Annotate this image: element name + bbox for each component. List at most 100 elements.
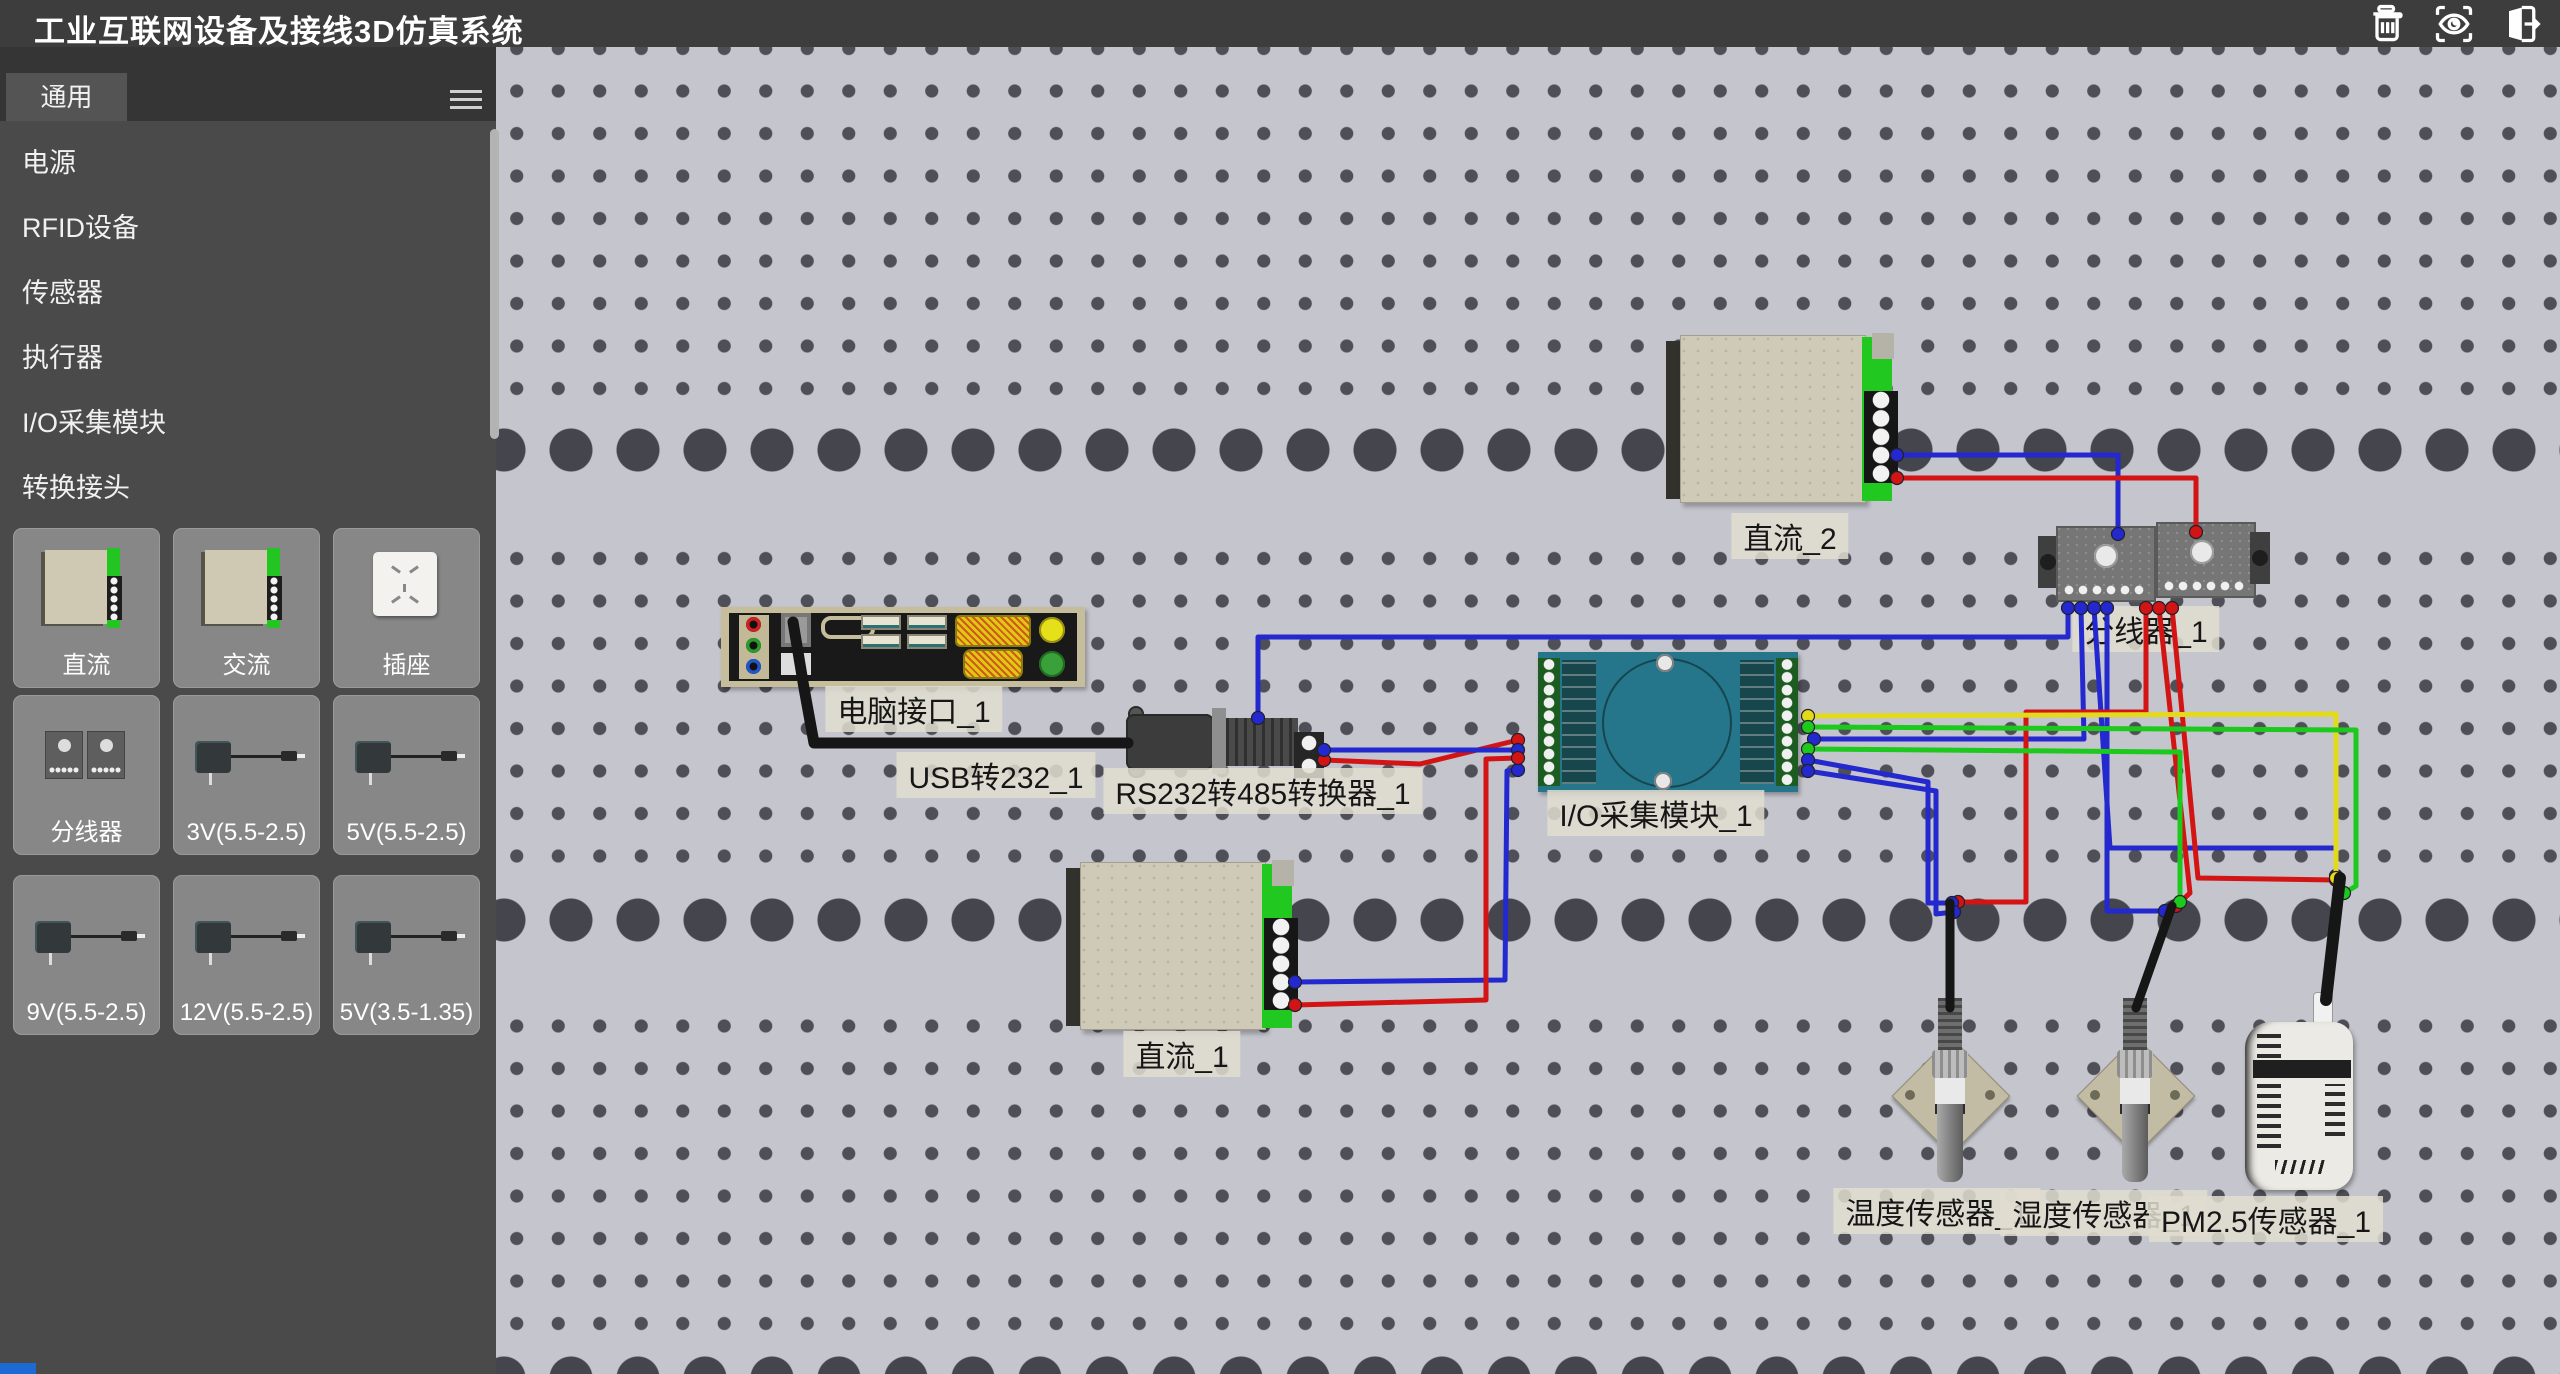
sidebar-panel: 通用 电源 RFID设备 传感器 执行器 I/O采集模块 转换接头 直流 交流 (0, 47, 496, 1374)
ac-thumbnail (173, 538, 320, 643)
probe-collar (2117, 1050, 2153, 1078)
usb-port[interactable] (861, 615, 901, 630)
trash-icon[interactable] (2366, 2, 2410, 46)
device-label: RS232转485转换器_1 (1103, 768, 1422, 814)
panel-slot (781, 653, 811, 675)
view-focus-icon[interactable] (2432, 2, 2476, 46)
card-label: 12V(5.5-2.5) (173, 999, 320, 1027)
card-label: 插座 (333, 645, 480, 680)
probe-tube (1937, 1104, 1963, 1182)
device-label: 直流_1 (1123, 1031, 1240, 1077)
splitter-tab-left (2038, 536, 2058, 588)
component-card-ac[interactable]: 交流 (173, 528, 320, 688)
probe-cap (2123, 998, 2147, 1050)
device-pc-interface-1[interactable] (721, 607, 1085, 687)
sidebar-scrollbar[interactable] (490, 129, 499, 439)
menu-item-rfid[interactable]: RFID设备 (0, 196, 470, 261)
splitter-tab-right (2250, 532, 2270, 584)
menu-item-io-module[interactable]: I/O采集模块 (0, 391, 470, 456)
card-label: 直流 (13, 645, 160, 680)
dc-notch (1872, 333, 1894, 359)
adapter-thumbnail (333, 705, 480, 810)
top-bar: 工业互联网设备及接线3D仿真系统 (0, 0, 2560, 47)
probe-band (2120, 1078, 2150, 1104)
component-card-9v[interactable]: 9V(5.5-2.5) (13, 875, 160, 1035)
splitter-thumbnail (13, 705, 160, 810)
vga-port[interactable] (965, 651, 1021, 677)
splitter-terminals[interactable] (2164, 581, 2248, 592)
device-pm25-sensor-1[interactable] (2245, 1000, 2355, 1192)
app-window: 直流_2 分线器_1 电脑接口_1 USB转232_1 RS232转485转换器… (0, 0, 2560, 1374)
device-label: 直流_2 (1731, 513, 1848, 559)
device-humidity-sensor-1[interactable] (2090, 998, 2180, 1188)
menu-item-sensor[interactable]: 传感器 (0, 261, 470, 326)
app-title: 工业互联网设备及接线3D仿真系统 (34, 6, 524, 51)
io-screw-top (1656, 654, 1674, 672)
component-card-socket[interactable]: 插座 (333, 528, 480, 688)
card-label: 交流 (173, 645, 320, 680)
dc-terminals[interactable] (1864, 391, 1898, 483)
device-io-module-1[interactable] (1538, 652, 1798, 792)
mount-hole (2252, 550, 2268, 566)
tab-general[interactable]: 通用 (6, 73, 127, 121)
device-dc-power-1[interactable] (1066, 860, 1312, 1035)
card-label: 分线器 (13, 812, 160, 847)
card-label: 5V(3.5-1.35) (333, 999, 480, 1027)
db9-flange (1212, 708, 1226, 774)
probe-tube (2122, 1104, 2148, 1182)
pegboard-large-holes-row-3 (496, 1340, 2560, 1374)
device-dc-power-2[interactable] (1666, 333, 1912, 508)
component-card-5v[interactable]: 5V(5.5-2.5) (333, 695, 480, 855)
component-card-dc[interactable]: 直流 (13, 528, 160, 688)
audio-jack-green[interactable] (746, 638, 761, 653)
component-card-12v[interactable]: 12V(5.5-2.5) (173, 875, 320, 1035)
splitter-terminals[interactable] (2064, 585, 2148, 596)
exit-icon[interactable] (2498, 2, 2542, 46)
dc-terminals[interactable] (1264, 918, 1298, 1010)
audio-jack-blue[interactable] (746, 659, 761, 674)
round-port-yellow[interactable] (1039, 617, 1065, 643)
usb-port[interactable] (861, 634, 901, 649)
resize-handle (0, 1363, 36, 1374)
device-label: USB转232_1 (896, 752, 1095, 798)
component-card-5v-135[interactable]: 5V(3.5-1.35) (333, 875, 480, 1035)
category-menu: 电源 RFID设备 传感器 执行器 I/O采集模块 转换接头 (0, 131, 470, 521)
component-card-3v[interactable]: 3V(5.5-2.5) (173, 695, 320, 855)
device-splitter-1[interactable] (2038, 518, 2270, 608)
card-label: 5V(5.5-2.5) (333, 819, 480, 847)
io-terminal-strip-right[interactable] (1776, 658, 1798, 786)
io-circle-mark (1602, 658, 1732, 788)
mount-hole (2170, 1090, 2180, 1100)
mount-hole (2040, 554, 2056, 570)
component-card-splitter[interactable]: 分线器 (13, 695, 160, 855)
dvi-port[interactable] (957, 617, 1029, 645)
round-port-green[interactable] (1039, 651, 1065, 677)
mount-hole (2090, 1090, 2100, 1100)
splitter-block-left[interactable] (2056, 526, 2156, 602)
menu-item-power[interactable]: 电源 (0, 131, 470, 196)
sidebar-tab-strip: 通用 (0, 47, 496, 121)
io-terminal-strip-left[interactable] (1538, 658, 1560, 786)
device-temperature-sensor-1[interactable] (1905, 998, 1995, 1188)
speaker-hatch (2275, 1160, 2327, 1174)
io-screw-bottom (1654, 772, 1672, 790)
device-label: 分线器_1 (2072, 606, 2219, 652)
dc-notch (1272, 860, 1294, 886)
splitter-block-right[interactable] (2156, 522, 2256, 598)
ps2-port[interactable] (781, 613, 811, 647)
card-label: 9V(5.5-2.5) (13, 999, 160, 1027)
vent-slots (2257, 1034, 2281, 1058)
usb-port[interactable] (907, 634, 947, 649)
menu-icon[interactable] (450, 85, 482, 113)
usb-port[interactable] (907, 615, 947, 630)
converter-body (1226, 718, 1298, 766)
audio-jack-red[interactable] (746, 617, 761, 632)
splitter-screw (2094, 544, 2118, 568)
probe-band (1935, 1078, 1965, 1104)
socket-thumbnail (333, 538, 480, 643)
menu-item-actuator[interactable]: 执行器 (0, 326, 470, 391)
dc-body (1680, 335, 1866, 503)
pegboard-large-holes-row-2 (496, 865, 2560, 1010)
pegboard-holes (496, 865, 2560, 1010)
menu-item-converter[interactable]: 转换接头 (0, 456, 470, 521)
